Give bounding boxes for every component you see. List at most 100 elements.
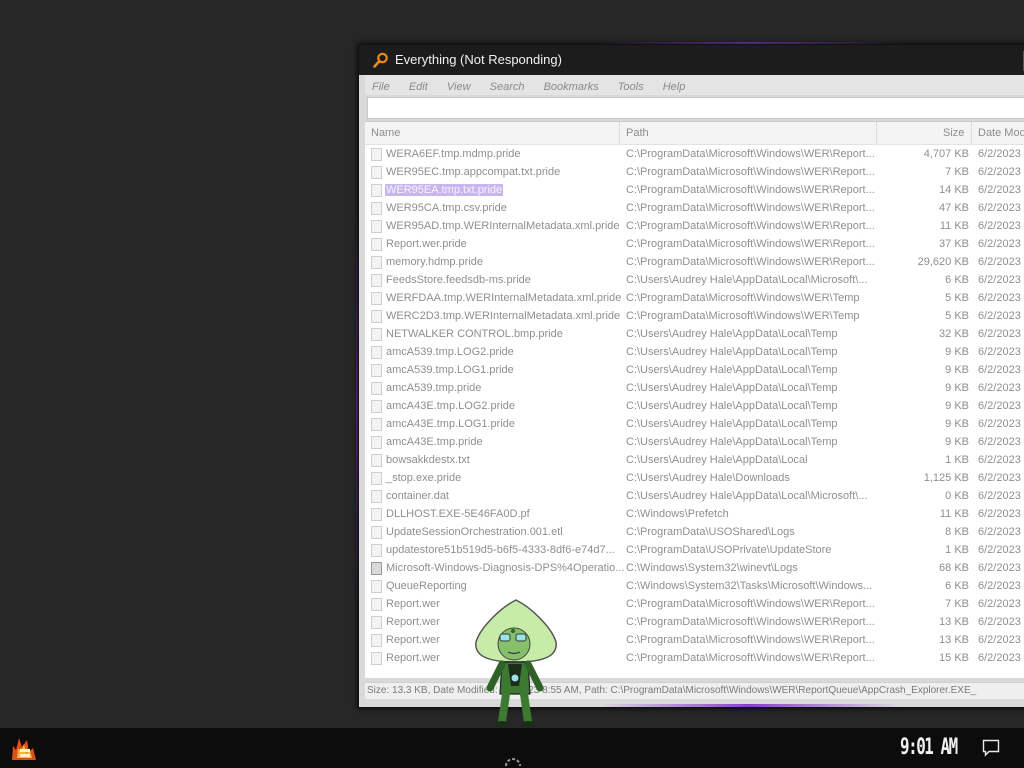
result-row[interactable]: FeedsStore.feedsdb-ms.pride C:\Users\Audr… bbox=[365, 272, 1024, 290]
file-size: 6 KB bbox=[945, 274, 969, 286]
result-row[interactable]: Report.wer C:\ProgramData\Microsoft\Windo… bbox=[365, 650, 1024, 668]
file-name: WERFDAA.tmp.WERInternalMetadata.xml.prid… bbox=[386, 292, 622, 304]
file-path: C:\ProgramData\Microsoft\Windows\WER\Rep… bbox=[626, 616, 875, 628]
result-row[interactable]: amcA539.tmp.LOG2.pride C:\Users\Audrey Ha… bbox=[365, 344, 1024, 362]
result-row[interactable]: amcA43E.tmp.LOG2.pride C:\Users\Audrey Ha… bbox=[365, 398, 1024, 416]
result-row[interactable]: memory.hdmp.pride C:\ProgramData\Microsof… bbox=[365, 254, 1024, 272]
menu-help[interactable]: Help bbox=[656, 77, 693, 97]
file-icon bbox=[371, 454, 382, 467]
file-name: Report.wer bbox=[386, 652, 440, 664]
file-date: 6/2/2023 bbox=[978, 274, 1021, 286]
result-row[interactable]: container.dat C:\Users\Audrey Hale\AppDat… bbox=[365, 488, 1024, 506]
file-size: 9 KB bbox=[945, 400, 969, 412]
results-list[interactable]: Name Path Size Date Mod WERA6EF.tmp.mdmp… bbox=[365, 121, 1024, 678]
file-date: 6/2/2023 bbox=[978, 652, 1021, 664]
menu-search[interactable]: Search bbox=[483, 77, 532, 97]
notification-icon[interactable] bbox=[982, 739, 1000, 757]
file-path: C:\ProgramData\Microsoft\Windows\WER\Rep… bbox=[626, 202, 875, 214]
column-size[interactable]: Size bbox=[943, 127, 964, 139]
file-icon bbox=[371, 202, 382, 215]
file-size: 14 KB bbox=[939, 184, 969, 196]
file-date: 6/2/2023 bbox=[978, 382, 1021, 394]
result-row[interactable]: UpdateSessionOrchestration.001.etl C:\Pro… bbox=[365, 524, 1024, 542]
result-row[interactable]: updatestore51b519d5-b6f5-4333-8df6-e74d7… bbox=[365, 542, 1024, 560]
result-row[interactable]: bowsakkdestx.txt C:\Users\Audrey Hale\App… bbox=[365, 452, 1024, 470]
result-row[interactable]: WER95AD.tmp.WERInternalMetadata.xml.prid… bbox=[365, 218, 1024, 236]
file-name: WER95CA.tmp.csv.pride bbox=[386, 202, 507, 214]
file-path: C:\Users\Audrey Hale\AppData\Local\Micro… bbox=[626, 274, 868, 286]
file-path: C:\Users\Audrey Hale\AppData\Local bbox=[626, 454, 808, 466]
file-date: 6/2/2023 bbox=[978, 418, 1021, 430]
file-name: WER95AD.tmp.WERInternalMetadata.xml.prid… bbox=[386, 220, 620, 232]
result-row[interactable]: QueueReporting C:\Windows\System32\Tasks\… bbox=[365, 578, 1024, 596]
result-row[interactable]: DLLHOST.EXE-5E46FA0D.pf C:\Windows\Prefet… bbox=[365, 506, 1024, 524]
result-row[interactable]: amcA43E.tmp.pride C:\Users\Audrey Hale\Ap… bbox=[365, 434, 1024, 452]
file-path: C:\Users\Audrey Hale\Downloads bbox=[626, 472, 790, 484]
search-input[interactable] bbox=[367, 97, 1024, 119]
result-row[interactable]: amcA539.tmp.pride C:\Users\Audrey Hale\Ap… bbox=[365, 380, 1024, 398]
result-row[interactable]: _stop.exe.pride C:\Users\Audrey Hale\Down… bbox=[365, 470, 1024, 488]
file-icon bbox=[371, 148, 382, 161]
file-date: 6/2/2023 bbox=[978, 184, 1021, 196]
column-date-modified[interactable]: Date Mod bbox=[978, 127, 1024, 139]
result-row[interactable]: WER95CA.tmp.csv.pride C:\ProgramData\Micr… bbox=[365, 200, 1024, 218]
file-path: C:\ProgramData\Microsoft\Windows\WER\Rep… bbox=[626, 166, 875, 178]
menu-file[interactable]: File bbox=[365, 77, 397, 97]
file-icon bbox=[371, 652, 382, 665]
file-size: 5 KB bbox=[945, 292, 969, 304]
result-row[interactable]: WER95EC.tmp.appcompat.txt.pride C:\Progra… bbox=[365, 164, 1024, 182]
file-size: 1,125 KB bbox=[923, 472, 969, 484]
column-separator[interactable] bbox=[971, 122, 972, 144]
file-name: DLLHOST.EXE-5E46FA0D.pf bbox=[386, 508, 530, 520]
result-row[interactable]: Report.wer C:\ProgramData\Microsoft\Windo… bbox=[365, 614, 1024, 632]
result-row[interactable]: amcA539.tmp.LOG1.pride C:\Users\Audrey Ha… bbox=[365, 362, 1024, 380]
file-path: C:\ProgramData\Microsoft\Windows\WER\Tem… bbox=[626, 310, 860, 322]
menu-bookmarks[interactable]: Bookmarks bbox=[537, 77, 606, 97]
result-row[interactable]: Report.wer C:\ProgramData\Microsoft\Windo… bbox=[365, 596, 1024, 614]
file-date: 6/2/2023 bbox=[978, 580, 1021, 592]
file-path: C:\Users\Audrey Hale\AppData\Local\Micro… bbox=[626, 490, 868, 502]
result-row[interactable]: Microsoft-Windows-Diagnosis-DPS%4Operati… bbox=[365, 560, 1024, 578]
start-flame-icon[interactable] bbox=[9, 734, 39, 762]
file-icon bbox=[371, 382, 382, 395]
file-name: Microsoft-Windows-Diagnosis-DPS%4Operati… bbox=[386, 562, 625, 574]
file-size: 9 KB bbox=[945, 382, 969, 394]
result-row[interactable]: Report.wer.pride C:\ProgramData\Microsoft… bbox=[365, 236, 1024, 254]
result-row[interactable]: amcA43E.tmp.LOG1.pride C:\Users\Audrey Ha… bbox=[365, 416, 1024, 434]
result-row[interactable]: WERA6EF.tmp.mdmp.pride C:\ProgramData\Mic… bbox=[365, 146, 1024, 164]
loading-spinner-icon bbox=[505, 758, 521, 767]
file-size: 1 KB bbox=[945, 544, 969, 556]
file-name: amcA539.tmp.LOG2.pride bbox=[386, 346, 514, 358]
result-row[interactable]: WERFDAA.tmp.WERInternalMetadata.xml.prid… bbox=[365, 290, 1024, 308]
file-size: 8 KB bbox=[945, 526, 969, 538]
file-date: 6/2/2023 bbox=[978, 508, 1021, 520]
file-path: C:\ProgramData\Microsoft\Windows\WER\Tem… bbox=[626, 292, 860, 304]
file-size: 7 KB bbox=[945, 598, 969, 610]
column-name[interactable]: Name bbox=[371, 127, 400, 139]
file-path: C:\Users\Audrey Hale\AppData\Local\Temp bbox=[626, 436, 838, 448]
result-row[interactable]: WER95EA.tmp.txt.pride C:\ProgramData\Micr… bbox=[365, 182, 1024, 200]
menu-edit[interactable]: Edit bbox=[402, 77, 435, 97]
column-separator[interactable] bbox=[619, 122, 620, 144]
file-size: 9 KB bbox=[945, 418, 969, 430]
taskbar-clock[interactable]: 9:01 AM bbox=[900, 735, 958, 760]
file-size: 4,707 KB bbox=[923, 148, 969, 160]
file-name: UpdateSessionOrchestration.001.etl bbox=[386, 526, 563, 538]
file-size: 11 KB bbox=[939, 508, 969, 520]
column-separator[interactable] bbox=[876, 122, 877, 144]
column-path[interactable]: Path bbox=[626, 127, 649, 139]
file-date: 6/2/2023 bbox=[978, 148, 1021, 160]
menu-tools[interactable]: Tools bbox=[611, 77, 651, 97]
result-row[interactable]: Report.wer C:\ProgramData\Microsoft\Windo… bbox=[365, 632, 1024, 650]
file-date: 6/2/2023 bbox=[978, 256, 1021, 268]
menu-view[interactable]: View bbox=[440, 77, 478, 97]
file-path: C:\ProgramData\Microsoft\Windows\WER\Rep… bbox=[626, 220, 875, 232]
file-path: C:\ProgramData\USOPrivate\UpdateStore bbox=[626, 544, 832, 556]
result-row[interactable]: WERC2D3.tmp.WERInternalMetadata.xml.prid… bbox=[365, 308, 1024, 326]
file-size: 9 KB bbox=[945, 364, 969, 376]
file-icon bbox=[371, 472, 382, 485]
title-bar[interactable]: Everything (Not Responding) bbox=[359, 45, 1024, 75]
result-row[interactable]: NETWALKER CONTROL.bmp.pride C:\Users\Audr… bbox=[365, 326, 1024, 344]
result-rows: WERA6EF.tmp.mdmp.pride C:\ProgramData\Mic… bbox=[365, 146, 1024, 668]
file-path: C:\Windows\Prefetch bbox=[626, 508, 729, 520]
